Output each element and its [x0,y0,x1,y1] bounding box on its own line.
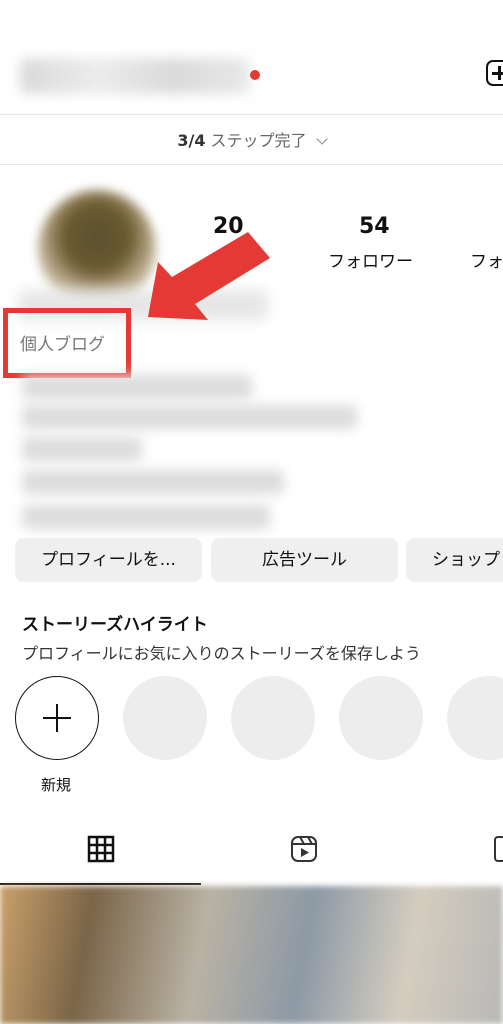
create-post-icon[interactable] [486,60,503,86]
top-bar [0,40,503,110]
top-divider [0,114,503,115]
post-thumbnail[interactable] [0,886,503,1024]
ad-tools-button[interactable]: 広告ツール [211,538,398,582]
steps-divider [0,164,503,165]
following-label[interactable]: フォロー中 [470,247,503,272]
tagged-icon[interactable] [492,834,503,864]
step-progress-banner[interactable]: 3/4 ステップ完了 [0,118,503,164]
annotation-arrow [148,232,270,320]
followers-count[interactable]: 54 [359,214,390,239]
edit-profile-button[interactable]: プロフィールを... [15,538,202,582]
step-count: 3/4 [177,131,206,150]
highlight-placeholder [231,676,315,760]
new-highlight-label: 新規 [41,776,72,794]
highlights-subtitle: プロフィールにお気に入りのストーリーズを保存しよう [22,644,421,663]
step-label: ステップ完了 [210,131,307,150]
annotation-highlight-box [3,308,131,378]
notification-dot [250,70,260,80]
highlights-title: ストーリーズハイライト [22,615,208,635]
active-tab-indicator [0,883,201,885]
highlight-placeholder [339,676,423,760]
profile-screen: 3/4 ステップ完了 20 54 投稿 フォロワー フォロー中 個人ブログ プロ… [0,0,503,1024]
bio-line-blurred [22,437,142,461]
shop-button[interactable]: ショップ [406,538,503,582]
bio-line-blurred [22,505,270,529]
highlight-placeholder [123,676,207,760]
reels-icon[interactable] [289,834,319,864]
followers-label[interactable]: フォロワー [328,247,413,272]
bio-line-blurred [22,375,252,399]
grid-icon[interactable] [86,834,116,864]
highlight-placeholder [447,676,503,760]
bio-line-blurred [22,470,284,494]
bio-line-blurred [22,405,357,429]
new-highlight-button[interactable] [15,676,99,760]
chevron-down-icon [315,133,328,145]
username-blurred[interactable] [20,58,250,94]
